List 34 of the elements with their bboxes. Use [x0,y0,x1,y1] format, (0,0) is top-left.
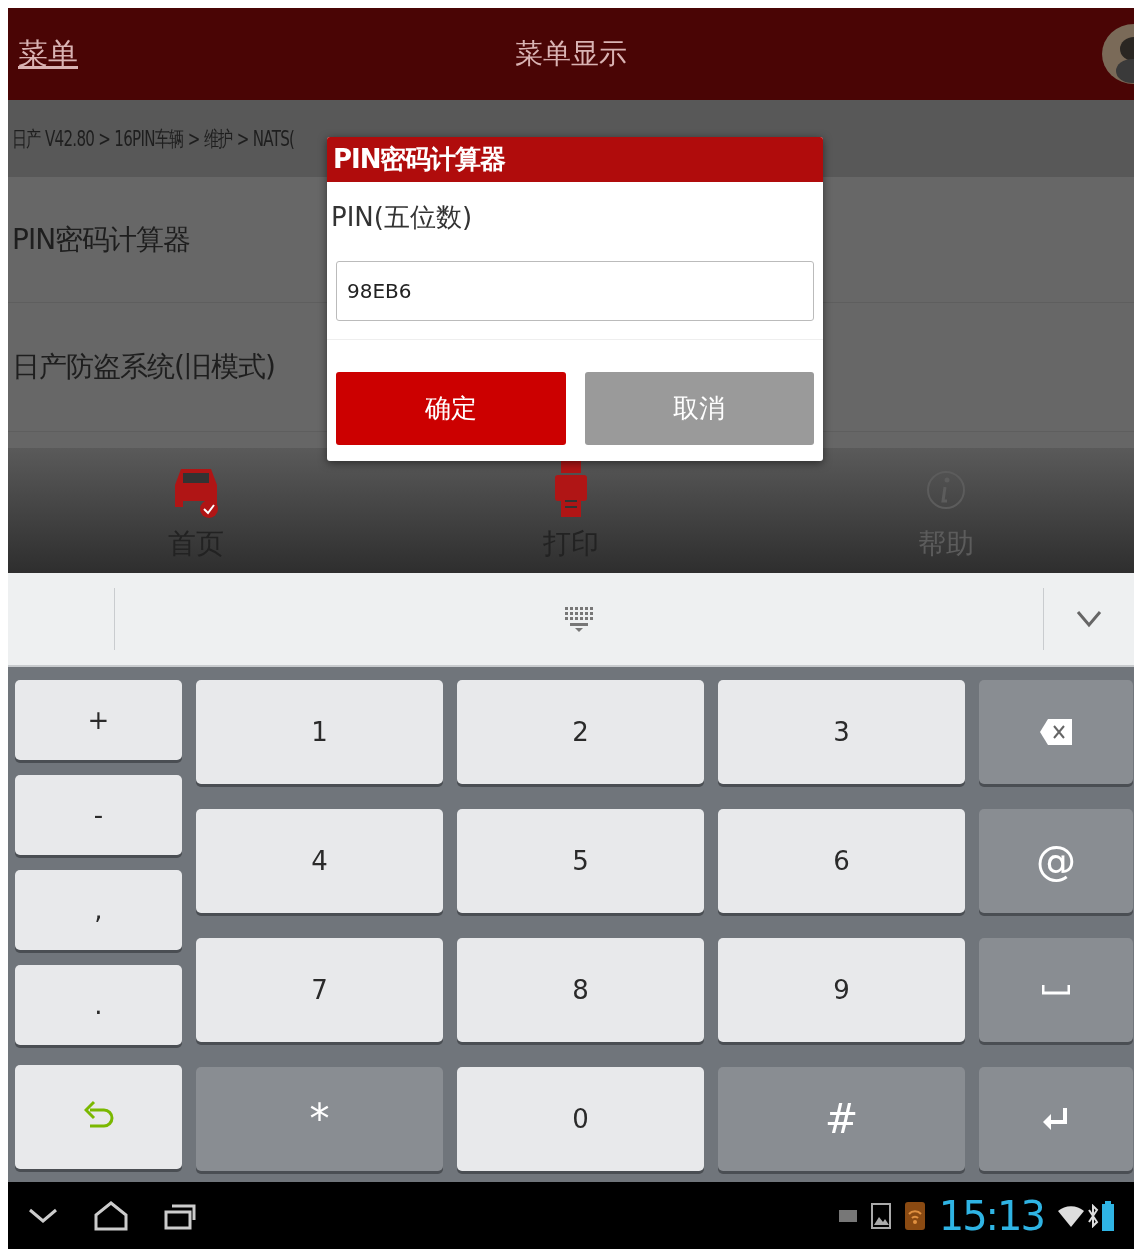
dialog-title: PIN密码计算器 [327,137,823,182]
keyboard-key[interactable]: 4 [196,809,443,913]
keyboard-key[interactable]: + [15,680,182,760]
keyboard-key[interactable]: 8 [457,938,704,1042]
keyboard-key[interactable]: 9 [718,938,965,1042]
back-icon[interactable] [28,1207,58,1224]
keyboard-key[interactable]: 6 [718,809,965,913]
wifi-icon [1058,1204,1084,1227]
field-label: PIN(五位数) [330,201,474,234]
home-icon[interactable] [94,1200,128,1231]
keyboard-key[interactable]: . [15,965,182,1045]
image-icon [870,1202,891,1229]
bluetooth-icon [1087,1203,1099,1228]
backspace-key[interactable] [979,680,1133,784]
hotspot-icon [904,1201,925,1230]
screen-title: 菜单显示 [515,36,627,72]
keyboard-key[interactable]: - [15,775,182,855]
backspace-icon [1040,719,1072,745]
keyboard-key[interactable]: , [15,870,182,950]
keyboard-key[interactable]: 7 [196,938,443,1042]
confirm-button[interactable]: 确定 [336,372,566,445]
keyboard-key[interactable]: 3 [718,680,965,784]
keyboard-key[interactable]: 2 [457,680,704,784]
menu-link[interactable]: 菜单 [18,33,78,75]
breadcrumb: 日产 V42.80 > 16PIN车辆 > 维护 > NATS( [12,125,295,153]
pin-input-field[interactable]: 98EB6 [336,261,814,321]
space-icon [1042,985,1070,995]
chevron-down-icon[interactable] [1076,610,1102,628]
enter-icon [1043,1106,1069,1132]
battery-icon [1102,1200,1114,1231]
clock: 15:13 [938,1192,1044,1239]
keyboard-key[interactable]: 1 [196,680,443,784]
keyboard-key[interactable]: 5 [457,809,704,913]
keyboard-key[interactable]: 0 [457,1067,704,1171]
